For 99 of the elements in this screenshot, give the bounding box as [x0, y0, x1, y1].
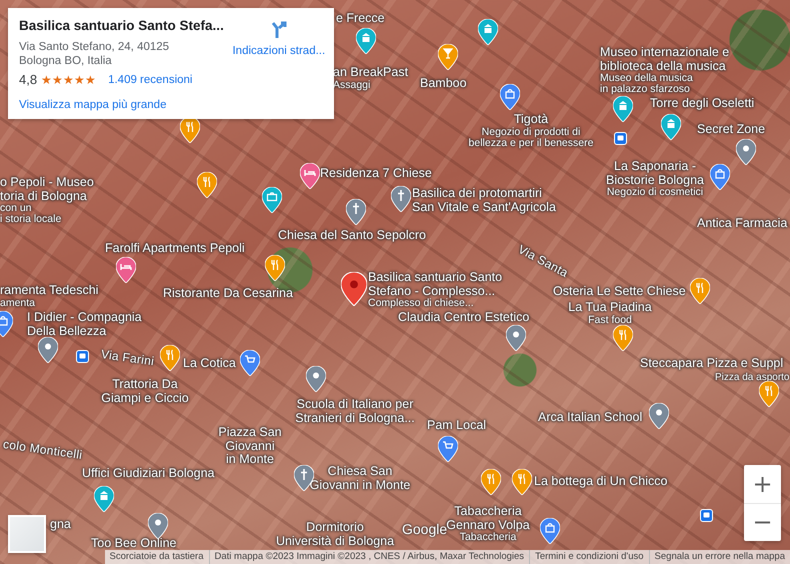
- bag-pin-icon[interactable]: [540, 518, 560, 544]
- place-title: Basilica santuario Santo Stefa...: [19, 18, 224, 33]
- place-name[interactable]: an BreakPast: [333, 66, 408, 80]
- building-pin-icon[interactable]: [94, 486, 114, 512]
- place-name[interactable]: La Tua Piadina: [568, 301, 652, 314]
- glass-pin-icon[interactable]: [438, 44, 458, 70]
- google-logo: Google: [402, 521, 448, 537]
- fork-pin-icon[interactable]: [690, 278, 710, 304]
- directions-icon: [270, 21, 288, 39]
- place-name[interactable]: La bottega di Un Chicco: [534, 475, 668, 488]
- place-name[interactable]: ramenta Tedeschi: [0, 284, 98, 298]
- building-pin-icon[interactable]: [478, 19, 498, 45]
- cross-pin-icon[interactable]: [346, 199, 366, 225]
- map-layer-thumbnail[interactable]: [8, 515, 46, 553]
- place-name[interactable]: I Didier - Compagnia Della Bellezza: [27, 311, 142, 338]
- place-name[interactable]: Uffici Giudiziari Bologna: [82, 467, 214, 480]
- fork-pin-icon[interactable]: [265, 255, 285, 281]
- place-name[interactable]: La Cotica: [183, 357, 236, 370]
- zoom-out-button[interactable]: −: [744, 502, 781, 541]
- zoom-in-button[interactable]: +: [744, 465, 781, 502]
- star-icon: ★: [63, 74, 74, 86]
- place-name[interactable]: Museo internazionale e biblioteca della musica: [600, 46, 730, 73]
- street-name: colo Monticelli: [2, 438, 84, 462]
- star-icon: ★: [74, 74, 86, 86]
- bed-pin-icon[interactable]: [300, 163, 320, 189]
- directions-link[interactable]: Indicazioni strad...: [224, 18, 334, 111]
- place-name[interactable]: e Frecce: [336, 12, 385, 26]
- place-name[interactable]: Tigotà: [514, 113, 548, 126]
- fork-pin-icon[interactable]: [613, 325, 633, 351]
- location-pin-icon[interactable]: [341, 272, 367, 306]
- larger-map-link[interactable]: Visualizza mappa più grande: [19, 99, 166, 111]
- place-name[interactable]: Piazza San Giovanni in Monte: [218, 426, 282, 466]
- footer-link[interactable]: Scorciatoie da tastiera: [104, 550, 209, 564]
- footer-link[interactable]: Segnala un errore nella mappa: [648, 550, 790, 564]
- map-pin-icon[interactable]: [148, 513, 168, 539]
- place-category: Tabaccheria: [460, 532, 516, 543]
- place-address: Via Santo Stefano, 24, 40125 Bologna BO, Italia: [19, 40, 170, 68]
- place-name[interactable]: Claudia Centro Estetico: [398, 311, 530, 324]
- place-name[interactable]: o Pepoli - Museo toria di Bologna: [0, 176, 94, 203]
- place-category: Museo della musica in palazzo sfarzoso: [600, 73, 693, 95]
- bus-stop-icon[interactable]: [76, 350, 89, 363]
- reviews-link[interactable]: 1.409 recensioni: [108, 74, 192, 86]
- rating-value: 4,8: [19, 72, 38, 87]
- place-name[interactable]: Dormitorio Università di Bologna: [276, 521, 394, 548]
- map-pin-icon[interactable]: [736, 139, 756, 165]
- place-name[interactable]: Tabaccheria Gennaro Volpa: [446, 505, 530, 532]
- place-name[interactable]: Bamboo: [420, 77, 467, 90]
- place-name[interactable]: Chiesa del Santo Sepolcro: [278, 229, 426, 242]
- fork-pin-icon[interactable]: [759, 381, 779, 407]
- footer-link[interactable]: Termini e condizioni d'uso: [529, 550, 649, 564]
- place-name[interactable]: Pam Local: [427, 419, 486, 432]
- street-name: Via Farini: [100, 348, 155, 369]
- place-category: Negozio di cosmetici: [606, 187, 704, 198]
- bed-pin-icon[interactable]: [116, 257, 136, 283]
- place-category: con un i storia locale: [0, 203, 62, 225]
- map-pin-icon[interactable]: [506, 325, 526, 351]
- place-name[interactable]: Antica Farmacia: [697, 217, 788, 230]
- place-category: Complesso di chiese...: [368, 298, 474, 309]
- bag-pin-icon[interactable]: [500, 84, 520, 110]
- place-name[interactable]: Basilica santuario Santo Stefano - Complesso...: [368, 271, 502, 298]
- place-name[interactable]: Pizza da asporto: [715, 372, 790, 383]
- footer-link[interactable]: Dati mappa ©2023 Immagini ©2023 , CNES / Airbus, Maxar Technologies: [208, 550, 530, 564]
- fork-pin-icon[interactable]: [197, 172, 217, 198]
- cross-pin-icon[interactable]: [391, 186, 411, 212]
- place-name[interactable]: Arca Italian School: [538, 411, 642, 424]
- place-category: Fast food: [588, 314, 632, 326]
- place-name[interactable]: Steccapara Pizza e Suppl: [640, 357, 784, 370]
- cart-pin-icon[interactable]: [240, 350, 260, 376]
- place-name[interactable]: Basilica dei protomartiri San Vitale e Sant'Agricola: [412, 187, 556, 214]
- place-name[interactable]: Residenza 7 Chiese: [320, 167, 432, 180]
- place-name[interactable]: Too Bee Online: [91, 537, 176, 550]
- place-category: Negozio di prodotti di bellezza e per il benessere: [468, 126, 594, 148]
- place-name[interactable]: gna: [50, 518, 71, 532]
- bag-pin-icon[interactable]: [710, 164, 730, 190]
- place-name[interactable]: Farolfi Apartments Pepoli: [105, 242, 245, 256]
- place-name[interactable]: Osteria Le Sette Chiese: [553, 285, 686, 298]
- fork-pin-icon[interactable]: [481, 469, 501, 495]
- place-name[interactable]: Trattoria Da Giampi e Ciccio: [101, 378, 189, 405]
- map-pin-icon[interactable]: [38, 337, 58, 363]
- bus-stop-icon[interactable]: [614, 132, 627, 145]
- map-pin-icon[interactable]: [649, 403, 669, 429]
- map-pin-icon[interactable]: [306, 366, 326, 392]
- place-name[interactable]: Scuola di Italiano per Stranieri di Bologna...: [295, 398, 415, 425]
- place-category: amenta: [0, 298, 36, 308]
- place-name[interactable]: Secret Zone: [697, 123, 766, 136]
- cart-pin-icon[interactable]: [438, 436, 458, 462]
- place-category: Assaggi: [333, 80, 370, 90]
- place-name[interactable]: Torre degli Oseletti: [650, 97, 754, 110]
- fork-pin-icon[interactable]: [512, 469, 532, 495]
- fork-pin-icon[interactable]: [160, 345, 180, 371]
- place-name[interactable]: Ristorante Da Cesarina: [163, 287, 293, 300]
- place-name[interactable]: La Saponaria - Biostorie Bologna: [606, 160, 704, 187]
- fork-pin-icon[interactable]: [180, 117, 200, 143]
- star-icon: ★: [52, 74, 64, 86]
- star-icon: ★: [85, 74, 96, 86]
- building-pin-icon[interactable]: [613, 96, 633, 122]
- bus-stop-icon[interactable]: [700, 509, 713, 522]
- star-icon: ★: [41, 74, 52, 86]
- place-name[interactable]: Chiesa San Giovanni in Monte: [310, 465, 410, 492]
